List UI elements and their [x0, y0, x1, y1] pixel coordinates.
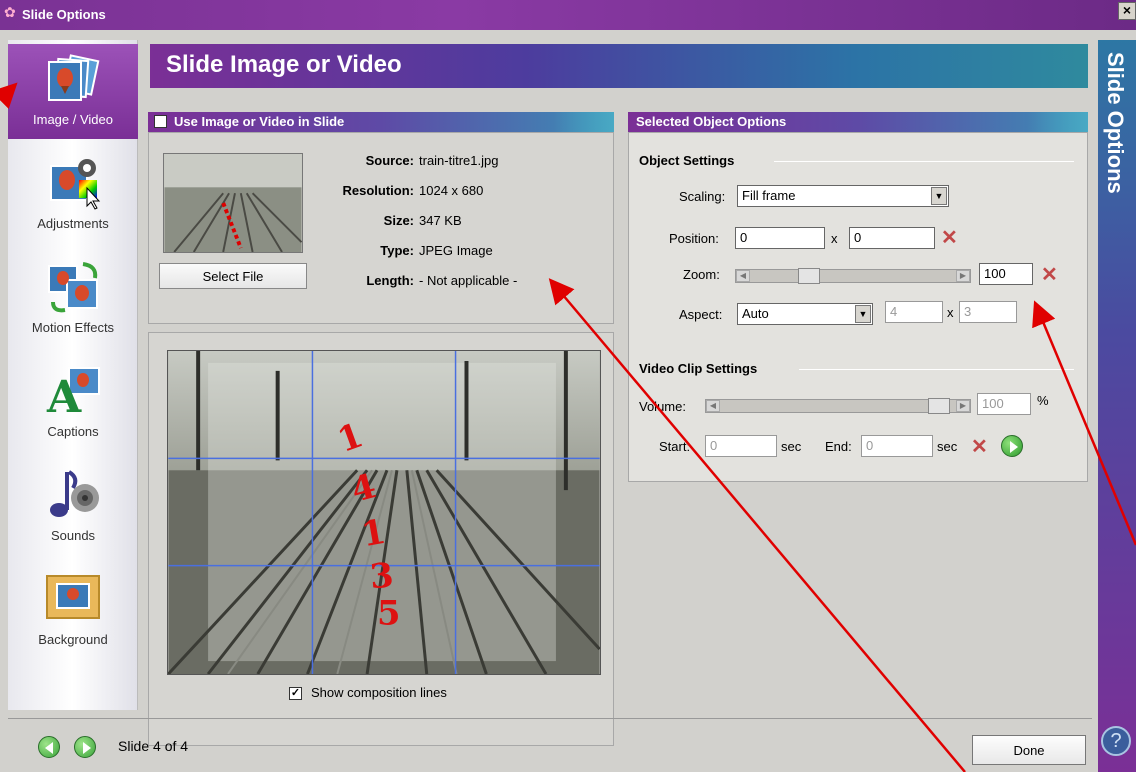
start-label: Start:	[659, 439, 691, 454]
captions-icon: A	[46, 367, 100, 418]
meta-resolution: Resolution: 1024 x 680	[342, 183, 484, 198]
source-panel: Select File Source: train-titre1.jpg Res…	[148, 132, 614, 324]
sidebar-item-background[interactable]: Background	[8, 564, 138, 659]
options-panel-title: Selected Object Options	[636, 114, 787, 129]
divider	[8, 718, 1092, 719]
chevron-down-icon: ▼	[931, 187, 947, 205]
divider	[774, 161, 1074, 162]
background-icon	[46, 575, 100, 619]
adjustments-icon	[50, 159, 101, 210]
dialog-body: Image / Video Adjustments Motion Effects…	[0, 30, 1136, 772]
zoom-label: Zoom:	[683, 267, 720, 282]
aspect-height-input[interactable]: 3	[959, 301, 1017, 323]
sidebar-item-label: Image / Video	[33, 112, 113, 127]
slider-right-icon[interactable]: ▶	[956, 400, 970, 412]
volume-slider[interactable]: ◀ ▶	[705, 398, 971, 414]
page-title-banner: Slide Image or Video	[150, 44, 1088, 88]
position-label: Position:	[669, 231, 719, 246]
sidebar-item-sounds[interactable]: Sounds	[8, 460, 138, 555]
reset-clip-icon[interactable]: ✕	[971, 437, 988, 457]
position-x-input[interactable]: 0	[735, 227, 825, 249]
reset-zoom-icon[interactable]: ✕	[1041, 265, 1058, 285]
chevron-down-icon: ▼	[855, 305, 871, 323]
zoom-input[interactable]: 100	[979, 263, 1033, 285]
meta-length: Length: - Not applicable -	[366, 273, 518, 288]
svg-text:A: A	[46, 372, 82, 418]
show-composition-checkbox[interactable]: ✓	[289, 687, 302, 700]
start-input[interactable]: 0	[705, 435, 777, 457]
close-button[interactable]: ×	[1118, 2, 1136, 20]
volume-label: Volume:	[639, 399, 686, 414]
volume-input[interactable]: 100	[977, 393, 1031, 415]
slide-preview-image: 1 4 1 3 5	[167, 350, 601, 675]
start-unit: sec	[781, 439, 802, 454]
sidebar-item-label: Background	[38, 632, 108, 647]
sidebar-item-adjustments[interactable]: Adjustments	[8, 148, 138, 243]
aspect-separator: x	[947, 305, 954, 320]
sidebar-nav: Image / Video Adjustments Motion Effects…	[8, 40, 138, 710]
volume-unit: %	[1037, 393, 1049, 408]
scaling-select[interactable]: Fill frame ▼	[737, 185, 949, 207]
previous-slide-button[interactable]	[38, 736, 60, 758]
sidebar-item-label: Sounds	[50, 528, 96, 543]
use-image-checkbox[interactable]: ✓	[154, 115, 167, 128]
sidebar-item-label: Captions	[47, 424, 99, 439]
sounds-icon	[50, 470, 99, 517]
motion-effects-icon	[48, 262, 98, 313]
window-title: Slide Options	[22, 7, 106, 22]
sidebar-item-label: Motion Effects	[31, 320, 115, 335]
aspect-width-input[interactable]: 4	[885, 301, 943, 323]
page-title: Slide Image or Video	[166, 51, 402, 78]
svg-text:5: 5	[377, 592, 401, 632]
show-composition-label: Show composition lines	[311, 685, 447, 700]
meta-type: Type: JPEG Image	[380, 243, 493, 258]
video-settings-title: Video Clip Settings	[639, 361, 758, 376]
volume-slider-thumb[interactable]	[928, 398, 950, 414]
object-settings-title: Object Settings	[639, 153, 735, 168]
meta-size: Size: 347 KB	[383, 213, 462, 228]
title-bar: ✿ Slide Options ×	[0, 0, 1136, 30]
done-button[interactable]: Done	[972, 735, 1086, 765]
play-icon[interactable]	[1001, 435, 1023, 457]
zoom-slider-thumb[interactable]	[798, 268, 820, 284]
end-unit: sec	[937, 439, 958, 454]
image-thumbnail	[163, 153, 303, 253]
select-file-button[interactable]: Select File	[159, 263, 307, 289]
slide-counter: Slide 4 of 4	[118, 738, 189, 754]
meta-source: Source: train-titre1.jpg	[365, 153, 499, 168]
svg-text:3: 3	[368, 554, 395, 596]
sidebar-item-captions[interactable]: A Captions	[8, 356, 138, 451]
options-panel: Object Settings Scaling: Fill frame ▼ Po…	[628, 132, 1088, 482]
help-icon[interactable]: ?	[1101, 726, 1131, 756]
sidebar-item-motion-effects[interactable]: Motion Effects	[8, 252, 138, 347]
scaling-label: Scaling:	[679, 189, 726, 204]
preview-panel: 1 4 1 3 5 ✓ Show composition lines	[148, 332, 614, 746]
position-y-input[interactable]: 0	[849, 227, 935, 249]
end-label: End:	[825, 439, 852, 454]
slider-right-icon[interactable]: ▶	[956, 270, 970, 282]
side-title: Slide Options	[1103, 52, 1128, 194]
end-input[interactable]: 0	[861, 435, 933, 457]
aspect-select[interactable]: Auto ▼	[737, 303, 873, 325]
slider-left-icon[interactable]: ◀	[706, 400, 720, 412]
options-panel-header: Selected Object Options	[628, 112, 1088, 132]
sidebar-item-label: Adjustments	[37, 216, 109, 231]
side-title-bar: Slide Options	[1098, 40, 1136, 772]
reset-position-icon[interactable]: ✕	[941, 228, 958, 248]
app-icon: ✿	[4, 4, 16, 20]
slider-left-icon[interactable]: ◀	[736, 270, 750, 282]
position-separator: x	[831, 231, 838, 246]
image-video-icon	[48, 54, 100, 101]
next-slide-button[interactable]	[74, 736, 96, 758]
sidebar-item-image-video[interactable]: Image / Video	[8, 44, 138, 139]
source-panel-title: Use Image or Video in Slide	[174, 114, 345, 129]
zoom-slider[interactable]: ◀ ▶	[735, 268, 971, 284]
aspect-label: Aspect:	[679, 307, 723, 322]
source-panel-header: ✓ Use Image or Video in Slide	[148, 112, 614, 132]
divider	[799, 369, 1074, 370]
